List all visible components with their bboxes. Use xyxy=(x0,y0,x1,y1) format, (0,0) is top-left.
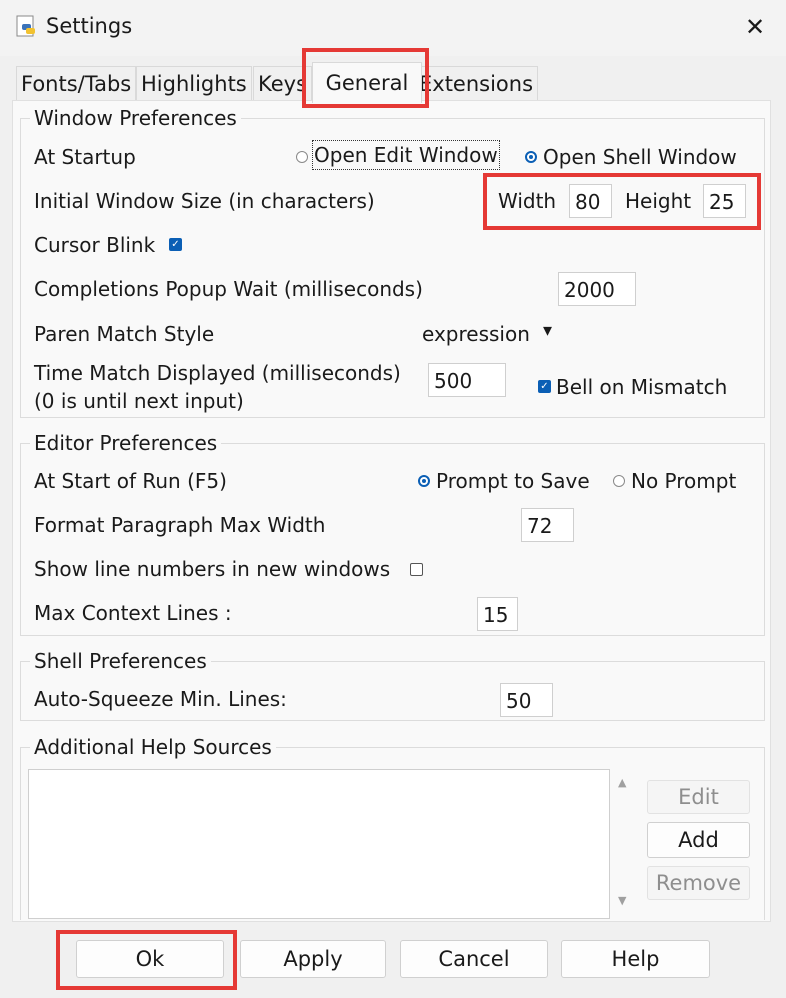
popup-wait-input[interactable]: 2000 xyxy=(558,272,636,306)
at-start-of-run-label: At Start of Run (F5) xyxy=(34,469,227,493)
at-startup-label: At Startup xyxy=(34,145,136,169)
open-shell-window-radio[interactable] xyxy=(525,151,537,163)
initial-window-size-label: Initial Window Size (in characters) xyxy=(34,189,375,213)
open-shell-window-label[interactable]: Open Shell Window xyxy=(543,145,737,169)
open-edit-window-label[interactable]: Open Edit Window xyxy=(312,140,500,170)
bell-on-mismatch-label: Bell on Mismatch xyxy=(556,375,728,399)
help-button[interactable]: Help xyxy=(561,940,710,978)
auto-squeeze-label: Auto-Squeeze Min. Lines: xyxy=(34,687,287,711)
time-match-input[interactable]: 500 xyxy=(428,363,506,397)
python-icon xyxy=(16,15,35,37)
prompt-to-save-label[interactable]: Prompt to Save xyxy=(436,469,590,493)
help-sources-list[interactable] xyxy=(28,769,610,919)
close-icon[interactable]: ✕ xyxy=(740,12,770,42)
window-title: Settings xyxy=(46,14,133,38)
auto-squeeze-input[interactable]: 50 xyxy=(500,683,553,717)
no-prompt-radio[interactable] xyxy=(613,475,625,487)
tab-extensions[interactable]: Extensions xyxy=(414,66,539,101)
tab-fonts-tabs[interactable]: Fonts/Tabs xyxy=(16,66,137,101)
paragraph-width-input[interactable]: 72 xyxy=(521,508,574,542)
paragraph-width-label: Format Paragraph Max Width xyxy=(34,513,326,537)
cursor-blink-checkbox[interactable]: ✓ xyxy=(169,238,182,251)
highlight-ok-button xyxy=(56,930,237,990)
editor-preferences-title: Editor Preferences xyxy=(30,431,222,455)
context-lines-input[interactable]: 15 xyxy=(477,597,518,631)
cursor-blink-label: Cursor Blink xyxy=(34,233,156,257)
add-help-button[interactable]: Add xyxy=(647,822,750,858)
scroll-down-icon[interactable]: ▼ xyxy=(618,894,626,907)
time-match-label: Time Match Displayed (milliseconds) xyxy=(34,361,401,385)
cancel-button[interactable]: Cancel xyxy=(400,940,548,978)
highlight-general-tab xyxy=(302,48,429,108)
context-lines-label: Max Context Lines : xyxy=(34,601,232,625)
open-edit-window-radio[interactable] xyxy=(296,151,308,163)
popup-wait-label: Completions Popup Wait (milliseconds) xyxy=(34,277,423,301)
bell-on-mismatch-checkbox[interactable]: ✓ xyxy=(538,380,551,393)
time-match-sublabel: (0 is until next input) xyxy=(34,389,244,413)
tab-highlights[interactable]: Highlights xyxy=(136,66,252,101)
highlight-window-size xyxy=(483,173,761,230)
remove-help-button[interactable]: Remove xyxy=(647,866,750,900)
line-numbers-label: Show line numbers in new windows xyxy=(34,557,391,581)
chevron-down-icon[interactable]: ▾ xyxy=(543,320,552,341)
paren-style-label: Paren Match Style xyxy=(34,322,215,346)
paren-style-select[interactable]: expression xyxy=(422,322,530,346)
window-preferences-title: Window Preferences xyxy=(30,106,241,130)
help-sources-title: Additional Help Sources xyxy=(30,735,276,759)
no-prompt-label[interactable]: No Prompt xyxy=(631,469,736,493)
edit-help-button[interactable]: Edit xyxy=(647,780,750,814)
shell-preferences-title: Shell Preferences xyxy=(30,649,211,673)
line-numbers-checkbox[interactable] xyxy=(410,563,423,576)
scroll-up-icon[interactable]: ▲ xyxy=(618,776,626,789)
apply-button[interactable]: Apply xyxy=(240,940,386,978)
prompt-to-save-radio[interactable] xyxy=(418,475,430,487)
